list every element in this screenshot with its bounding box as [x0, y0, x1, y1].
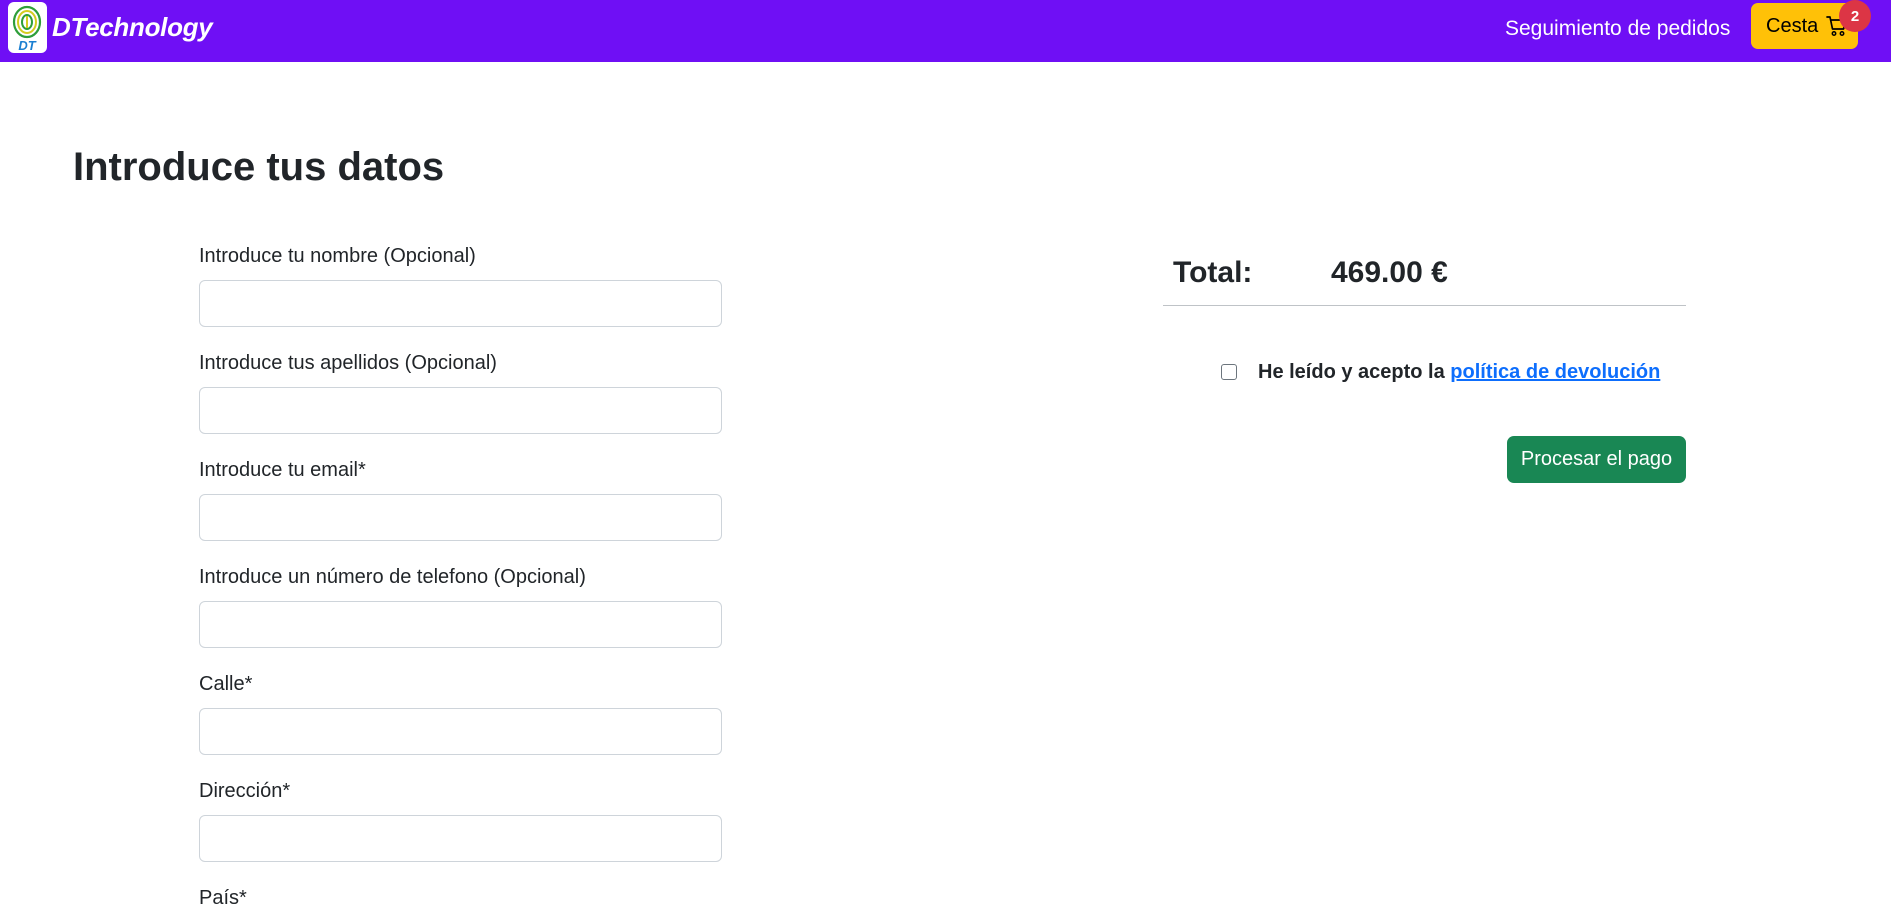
- address-input[interactable]: [199, 815, 722, 862]
- cart-count-badge: 2: [1839, 0, 1871, 32]
- first-name-input[interactable]: [199, 280, 722, 327]
- process-payment-button[interactable]: Procesar el pago: [1507, 436, 1686, 483]
- policy-prefix: He leído y acepto la: [1258, 361, 1445, 383]
- svg-text:DT: DT: [18, 38, 36, 53]
- page-title: Introduce tus datos: [73, 145, 445, 189]
- fingerprint-icon: DT: [12, 5, 42, 53]
- street-input[interactable]: [199, 708, 722, 755]
- return-policy-link[interactable]: política de devolución: [1450, 361, 1660, 383]
- summary-divider: [1163, 305, 1686, 306]
- cart-button-label: Cesta: [1766, 14, 1819, 37]
- country-label: País*: [199, 887, 247, 909]
- policy-consent-text: He leído y acepto la política de devoluc…: [1258, 361, 1660, 384]
- last-name-input[interactable]: [199, 387, 722, 434]
- phone-input[interactable]: [199, 601, 722, 648]
- address-label: Dirección*: [199, 780, 291, 802]
- order-tracking-link[interactable]: Seguimiento de pedidos: [1505, 17, 1730, 41]
- navbar: DT DTechnology Seguimiento de pedidos Ce…: [0, 0, 1891, 62]
- total-value: 469.00 €: [1331, 256, 1448, 289]
- email-label: Introduce tu email*: [199, 459, 366, 481]
- email-input[interactable]: [199, 494, 722, 541]
- first-name-label: Introduce tu nombre (Opcional): [199, 245, 476, 267]
- brand-logo[interactable]: DT: [8, 2, 47, 53]
- street-label: Calle*: [199, 673, 253, 695]
- policy-checkbox[interactable]: [1221, 364, 1237, 380]
- brand-name[interactable]: DTechnology: [52, 12, 213, 43]
- phone-label: Introduce un número de telefono (Opciona…: [199, 566, 586, 588]
- total-label: Total:: [1173, 256, 1253, 289]
- last-name-label: Introduce tus apellidos (Opcional): [199, 352, 497, 374]
